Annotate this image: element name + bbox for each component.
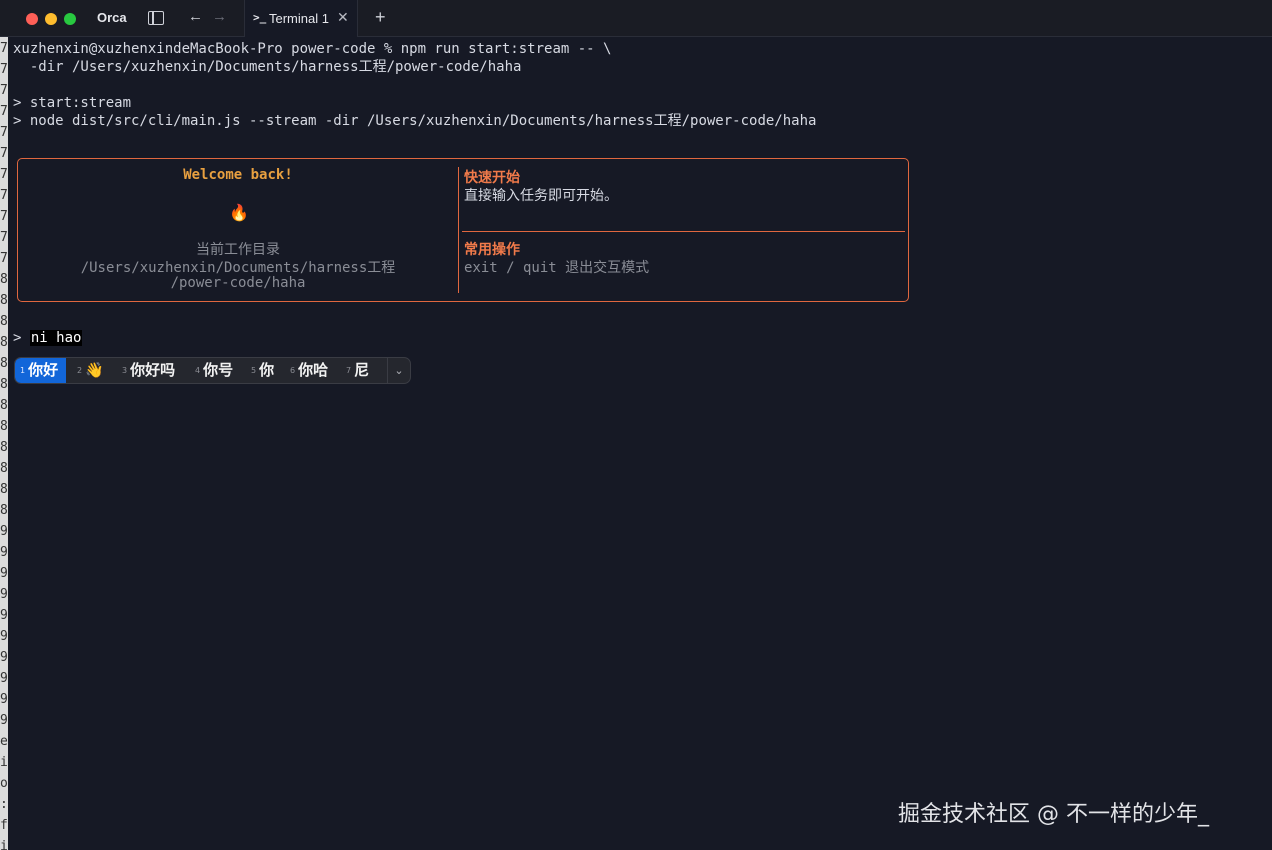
ime-candidate-4[interactable]: 4 你号 — [195, 358, 233, 383]
chevron-down-icon[interactable]: ⌄ — [387, 358, 410, 383]
title-bar: Orca ← → >_ Terminal 1 ✕ + — [0, 0, 1272, 37]
close-tab-icon[interactable]: ✕ — [337, 9, 349, 26]
waving-hand-icon: 👋 — [85, 361, 104, 379]
gutter-char: o — [0, 776, 8, 791]
terminal-icon: >_ — [253, 11, 267, 24]
candidate-text: 你好 — [28, 361, 59, 379]
gutter-char: 7 — [0, 83, 8, 98]
prompt-line[interactable]: > ni hao — [13, 330, 83, 346]
candidate-number: 4 — [195, 366, 201, 375]
ime-candidate-bar: 1 你好 2 👋 3 你好吗 4 你号 5你 6 你哈 7尼 ⌄ — [14, 357, 411, 384]
gutter-char: 9 — [0, 545, 8, 560]
output-line-1: > start:stream — [13, 95, 132, 111]
welcome-panel: Welcome back! 🔥 当前工作目录 /Users/xuzhenxin/… — [17, 158, 909, 302]
gutter-char: 9 — [0, 713, 8, 728]
gutter-char: 8 — [0, 398, 8, 413]
gutter-char: : — [0, 797, 8, 812]
command-line-2: -dir /Users/xuzhenxin/Documents/harness工… — [13, 59, 522, 75]
ime-candidate-7[interactable]: 7尼 — [346, 358, 369, 383]
gutter-char: 7 — [0, 167, 8, 182]
gutter-char: 7 — [0, 41, 8, 56]
cwd-label: 当前工作目录 — [196, 242, 280, 258]
tab-label: Terminal 1 — [269, 11, 329, 26]
gutter-char: 9 — [0, 650, 8, 665]
gutter-char: 9 — [0, 566, 8, 581]
zoom-window-button[interactable] — [64, 13, 76, 25]
output-line-2: > node dist/src/cli/main.js --stream -di… — [13, 113, 817, 129]
cwd-path-line-2: /power-code/haha — [170, 275, 306, 291]
gutter-char: 7 — [0, 125, 8, 140]
gutter-char: f — [0, 818, 8, 833]
gutter-char: 7 — [0, 62, 8, 77]
background-window-gutter: 777777777778888888888889999999999eio:fi — [0, 37, 8, 850]
ime-candidate-1[interactable]: 1 你好 — [15, 358, 67, 383]
gutter-char: 8 — [0, 377, 8, 392]
prompt-symbol: > — [13, 330, 22, 346]
gutter-char: 8 — [0, 356, 8, 371]
candidate-number: 2 — [77, 366, 83, 375]
gutter-char: 8 — [0, 335, 8, 350]
gutter-char: 9 — [0, 692, 8, 707]
ime-candidate-2[interactable]: 2 👋 — [77, 358, 104, 383]
candidate-text: 你好吗 — [130, 361, 176, 379]
quickstart-title: 快速开始 — [464, 170, 520, 186]
watermark: 掘金技术社区 @ 不一样的少年_ — [898, 802, 1209, 827]
back-arrow-icon[interactable]: ← — [188, 8, 203, 25]
gutter-char: 9 — [0, 524, 8, 539]
candidate-number: 3 — [122, 366, 128, 375]
gutter-char: 7 — [0, 251, 8, 266]
candidate-number: 1 — [20, 366, 26, 375]
gutter-char: 7 — [0, 104, 8, 119]
candidate-number: 5 — [251, 366, 257, 375]
flame-icon: 🔥 — [229, 203, 249, 222]
gutter-char: 7 — [0, 209, 8, 224]
gutter-char: i — [0, 755, 8, 770]
command-line-1: xuzhenxin@xuzhenxindeMacBook-Pro power-c… — [13, 41, 612, 57]
gutter-char: 7 — [0, 146, 8, 161]
gutter-char: 7 — [0, 188, 8, 203]
gutter-char: i — [0, 839, 8, 850]
gutter-char: e — [0, 734, 8, 749]
quickstart-text: 直接输入任务即可开始。 — [464, 188, 618, 204]
gutter-char: 8 — [0, 293, 8, 308]
gutter-char: 8 — [0, 314, 8, 329]
candidate-text: 尼 — [354, 361, 370, 379]
gutter-char: 8 — [0, 503, 8, 518]
ops-text: exit / quit 退出交互模式 — [464, 260, 650, 276]
new-tab-button[interactable]: + — [375, 7, 386, 28]
welcome-heading: Welcome back! — [183, 167, 293, 183]
candidate-number: 6 — [290, 366, 296, 375]
ime-candidate-3[interactable]: 3 你好吗 — [122, 358, 175, 383]
gutter-char: 8 — [0, 440, 8, 455]
minimize-window-button[interactable] — [45, 13, 57, 25]
ime-candidate-6[interactable]: 6 你哈 — [290, 358, 328, 383]
candidate-text: 你 — [259, 361, 275, 379]
tab-terminal-1[interactable]: >_ Terminal 1 ✕ — [244, 0, 358, 37]
gutter-char: 7 — [0, 230, 8, 245]
prompt-input[interactable]: ni hao — [29, 330, 83, 346]
gutter-char: 8 — [0, 461, 8, 476]
close-window-button[interactable] — [26, 13, 38, 25]
gutter-char: 8 — [0, 482, 8, 497]
candidate-text: 你号 — [203, 361, 234, 379]
cwd-path-line-1: /Users/xuzhenxin/Documents/harness工程 — [80, 260, 396, 276]
panel-vertical-divider — [458, 167, 459, 293]
candidate-text: 你哈 — [298, 361, 329, 379]
gutter-char: 9 — [0, 608, 8, 623]
forward-arrow-icon[interactable]: → — [212, 8, 227, 25]
gutter-char: 8 — [0, 272, 8, 287]
gutter-char: 9 — [0, 587, 8, 602]
sidebar-toggle-icon[interactable] — [148, 11, 164, 25]
gutter-char: 8 — [0, 419, 8, 434]
ime-candidate-5[interactable]: 5你 — [251, 358, 274, 383]
panel-horizontal-divider — [462, 231, 905, 232]
gutter-char: 9 — [0, 629, 8, 644]
candidate-number: 7 — [346, 366, 352, 375]
ops-title: 常用操作 — [464, 242, 520, 258]
gutter-char: 9 — [0, 671, 8, 686]
app-name: Orca — [97, 10, 127, 25]
